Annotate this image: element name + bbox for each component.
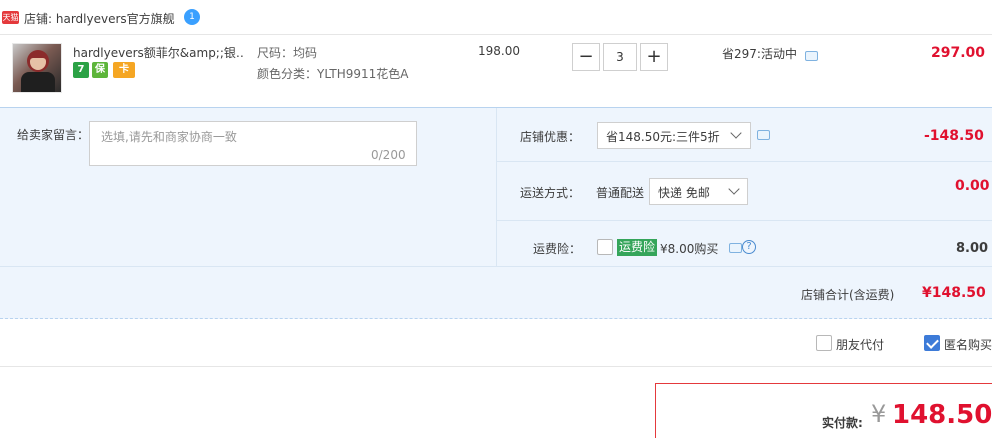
- wangwang-chat-icon[interactable]: 1: [184, 9, 200, 25]
- shop-name-link[interactable]: 店铺: hardlyevers官方旗舰: [24, 10, 175, 27]
- discount-label: 店铺优惠：: [520, 130, 581, 144]
- divider: [0, 266, 992, 267]
- friend-pay-label[interactable]: 朋友代付: [836, 336, 884, 353]
- divider: [0, 366, 992, 367]
- promotion-status: 省297:活动中: [722, 47, 797, 61]
- comment-icon[interactable]: [729, 243, 742, 253]
- divider: [0, 34, 992, 35]
- guarantee-icon[interactable]: 保: [92, 62, 108, 78]
- insurance-checkbox[interactable]: [597, 239, 613, 255]
- anonymous-purchase-label[interactable]: 匿名购买: [944, 336, 992, 353]
- quantity-stepper: − 3 +: [572, 43, 668, 71]
- memo-label: 给卖家留言：: [17, 128, 90, 142]
- tmall-icon: 天猫: [2, 11, 19, 24]
- product-title-link[interactable]: hardlyevers额菲尔&amp;;银…: [73, 44, 245, 61]
- shop-total-label: 店铺合计(含运费): [801, 288, 895, 302]
- divider: [496, 220, 992, 221]
- card-payment-icon[interactable]: 卡: [113, 62, 135, 78]
- insurance-label: 运费险：: [533, 242, 582, 256]
- shipping-label: 运送方式：: [520, 186, 581, 200]
- help-icon[interactable]: ?: [742, 240, 756, 254]
- seven-day-return-icon[interactable]: 7: [73, 62, 89, 78]
- anonymous-purchase-checkbox[interactable]: [924, 335, 940, 351]
- divider: [496, 108, 497, 266]
- sku-color: 颜色分类：YLTH9911花色A: [257, 67, 409, 81]
- quantity-input[interactable]: 3: [603, 43, 637, 71]
- discount-selected-value: 省148.50元:三件5折: [606, 130, 720, 144]
- quantity-increase-button[interactable]: +: [640, 43, 668, 71]
- product-thumbnail[interactable]: [12, 43, 62, 93]
- shipping-type: 普通配送: [596, 186, 645, 200]
- payment-amount: 148.50: [892, 400, 992, 430]
- shipping-amount: 0.00: [955, 178, 990, 194]
- shop-total-amount: ¥148.50: [922, 285, 986, 301]
- insurance-tag: 运费险: [617, 239, 658, 256]
- quantity-decrease-button[interactable]: −: [572, 43, 600, 71]
- friend-pay-checkbox[interactable]: [816, 335, 832, 351]
- divider: [496, 161, 992, 162]
- payment-label: 实付款:: [822, 416, 863, 430]
- currency-symbol: ¥: [871, 400, 887, 428]
- insurance-price: ¥8.00购买: [660, 242, 719, 256]
- shipping-selected-value: 快递 免邮: [658, 186, 710, 200]
- memo-placeholder: 选填,请先和商家协商一致: [101, 130, 237, 144]
- memo-char-count: 0/200: [371, 148, 406, 162]
- unit-price: 198.00: [478, 44, 520, 58]
- insurance-amount: 8.00: [956, 241, 989, 256]
- item-subtotal: 297.00: [931, 45, 986, 61]
- sku-size: 尺码：均码: [257, 46, 318, 60]
- discount-amount: -148.50: [924, 128, 984, 144]
- comment-icon[interactable]: [757, 130, 770, 140]
- comment-icon[interactable]: [805, 51, 818, 61]
